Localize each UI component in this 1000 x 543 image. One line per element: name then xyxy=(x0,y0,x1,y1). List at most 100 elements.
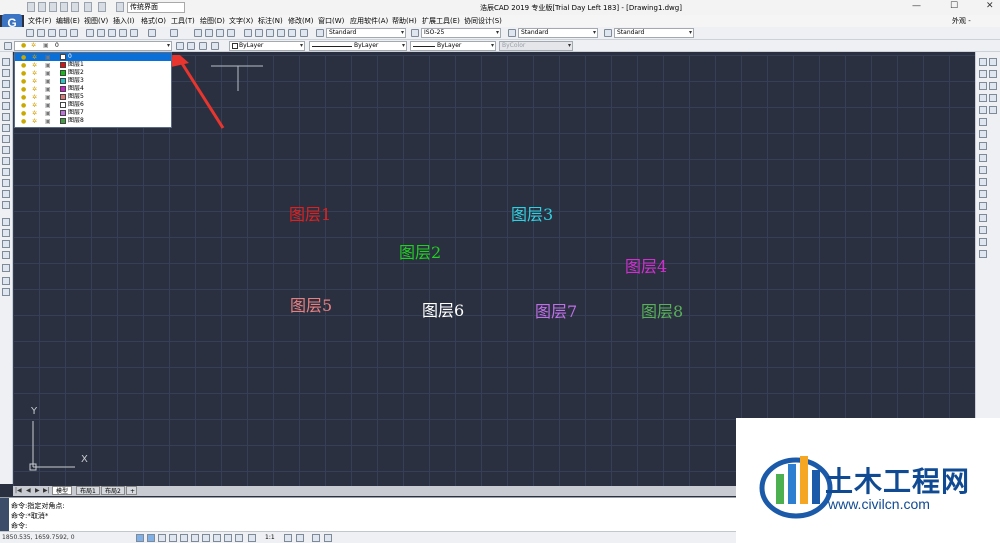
print-icon[interactable] xyxy=(71,2,79,12)
hatch-icon[interactable] xyxy=(2,218,10,226)
calculator-icon[interactable] xyxy=(288,29,296,37)
object-snap-icon[interactable] xyxy=(180,534,188,542)
help-icon[interactable] xyxy=(300,29,308,37)
circle-icon[interactable] xyxy=(2,124,10,132)
menu-modify[interactable]: 修改(M) xyxy=(288,16,314,26)
wipeout-icon[interactable] xyxy=(2,251,10,259)
lock-icon[interactable]: ▣ xyxy=(45,62,51,69)
minimize-button[interactable]: — xyxy=(912,1,921,11)
drawing-text[interactable]: 图层5 xyxy=(290,292,332,316)
array-icon[interactable] xyxy=(979,106,987,114)
dynamic-input-icon[interactable] xyxy=(213,534,221,542)
stretch-icon[interactable] xyxy=(979,154,987,162)
insert-block-icon[interactable] xyxy=(2,179,10,187)
save-icon[interactable] xyxy=(48,29,56,37)
tab-last-button[interactable]: ▶| xyxy=(43,487,50,494)
drawing-text[interactable]: 图层3 xyxy=(511,201,553,225)
trim-icon[interactable] xyxy=(979,166,987,174)
cut-icon[interactable] xyxy=(86,29,94,37)
menu-insert[interactable]: 插入(I) xyxy=(113,16,135,26)
break-at-point-icon[interactable] xyxy=(979,190,987,198)
text-style-combo[interactable]: Standard ▾ xyxy=(326,28,406,38)
lightbulb-icon[interactable]: ● xyxy=(21,62,26,69)
drawing-text[interactable]: 图层1 xyxy=(289,201,331,225)
match-prop-icon[interactable] xyxy=(119,29,127,37)
layer-walk-icon[interactable] xyxy=(211,42,219,50)
layer-color-swatch[interactable] xyxy=(60,86,66,92)
layer-previous-icon[interactable] xyxy=(187,42,195,50)
lock-icon[interactable]: ▣ xyxy=(45,94,51,101)
workspace-dropdown[interactable]: 传统界面 xyxy=(127,2,185,13)
print-icon[interactable] xyxy=(59,29,67,37)
menu-dimension[interactable]: 标注(N) xyxy=(258,16,283,26)
copy-object-icon[interactable] xyxy=(979,70,987,78)
arc-icon[interactable] xyxy=(2,113,10,121)
lineweight-combo[interactable]: ByLayer ▾ xyxy=(410,41,496,51)
sun-freeze-icon[interactable]: ✲ xyxy=(32,102,37,109)
table-icon[interactable] xyxy=(2,264,10,272)
drawing-text[interactable]: 图层6 xyxy=(422,297,464,321)
layer-row[interactable]: ● ✲ ▣ 0 xyxy=(15,53,171,61)
command-window-handle[interactable] xyxy=(0,498,9,532)
drawing-text[interactable]: 图层7 xyxy=(535,298,577,322)
tab-layout1[interactable]: 布局1 xyxy=(76,486,100,495)
save-as-icon[interactable] xyxy=(60,2,68,12)
layer-row[interactable]: ● ✲ ▣ 图层7 xyxy=(15,109,171,117)
layer-color-swatch[interactable] xyxy=(60,70,66,76)
extra-icon[interactable] xyxy=(989,106,997,114)
chamfer-icon[interactable] xyxy=(979,226,987,234)
mleader-style-icon[interactable] xyxy=(604,29,612,37)
mleader-style-combo[interactable]: Standard ▾ xyxy=(614,28,694,38)
new-file-icon[interactable] xyxy=(27,2,35,12)
drawing-text[interactable]: 图层2 xyxy=(399,239,441,263)
extra-icon[interactable] xyxy=(989,82,997,90)
lightbulb-icon[interactable]: ● xyxy=(21,118,26,125)
layer-color-swatch[interactable] xyxy=(60,102,66,108)
lock-icon[interactable]: ▣ xyxy=(45,54,51,61)
lock-icon[interactable]: ▣ xyxy=(45,78,51,85)
menu-window[interactable]: 窗口(W) xyxy=(318,16,344,26)
offset-icon[interactable] xyxy=(979,94,987,102)
zoom-previous-icon[interactable] xyxy=(227,29,235,37)
mirror-icon[interactable] xyxy=(979,82,987,90)
menu-edit[interactable]: 编辑(E) xyxy=(56,16,80,26)
sun-freeze-icon[interactable]: ✲ xyxy=(32,110,37,117)
redo-icon[interactable] xyxy=(170,29,178,37)
menu-extension[interactable]: 扩展工具(E) xyxy=(422,16,460,26)
lock-ui-icon[interactable] xyxy=(296,534,304,542)
extra-icon[interactable] xyxy=(989,94,997,102)
lightbulb-icon[interactable]: ● xyxy=(21,70,26,77)
drawing-text[interactable]: 图层8 xyxy=(641,298,683,322)
move-icon[interactable] xyxy=(979,118,987,126)
ellipse-icon[interactable] xyxy=(2,157,10,165)
spline-icon[interactable] xyxy=(2,146,10,154)
lineweight-toggle-icon[interactable] xyxy=(224,534,232,542)
layer-color-swatch[interactable] xyxy=(60,54,66,60)
line-icon[interactable] xyxy=(2,58,10,66)
color-combo[interactable]: ByLayer ▾ xyxy=(229,41,305,51)
linetype-combo[interactable]: ByLayer ▾ xyxy=(309,41,407,51)
save-icon[interactable] xyxy=(49,2,57,12)
text-style-icon[interactable] xyxy=(316,29,324,37)
workspace-switch-icon[interactable] xyxy=(284,534,292,542)
undo-icon[interactable] xyxy=(148,29,156,37)
undo-icon[interactable] xyxy=(84,2,92,12)
brush-icon[interactable] xyxy=(130,29,138,37)
sun-freeze-icon[interactable]: ✲ xyxy=(32,54,37,61)
properties-icon[interactable] xyxy=(244,29,252,37)
menu-text[interactable]: 文字(X) xyxy=(229,16,253,26)
ellipse-arc-icon[interactable] xyxy=(2,168,10,176)
layer-state-icon[interactable] xyxy=(199,42,207,50)
extra-icon[interactable] xyxy=(989,70,997,78)
lightbulb-icon[interactable]: ● xyxy=(21,78,26,85)
menu-apps[interactable]: 应用软件(A) xyxy=(350,16,388,26)
preview-icon[interactable] xyxy=(70,29,78,37)
zoom-realtime-icon[interactable] xyxy=(205,29,213,37)
lock-icon[interactable]: ▣ xyxy=(45,118,51,125)
polygon-icon[interactable] xyxy=(2,91,10,99)
open-icon[interactable] xyxy=(37,29,45,37)
fillet-icon[interactable] xyxy=(979,238,987,246)
workspace-gear-icon[interactable] xyxy=(116,2,124,12)
mtext-icon[interactable] xyxy=(2,277,10,285)
tab-prev-button[interactable]: ◀ xyxy=(26,487,31,494)
